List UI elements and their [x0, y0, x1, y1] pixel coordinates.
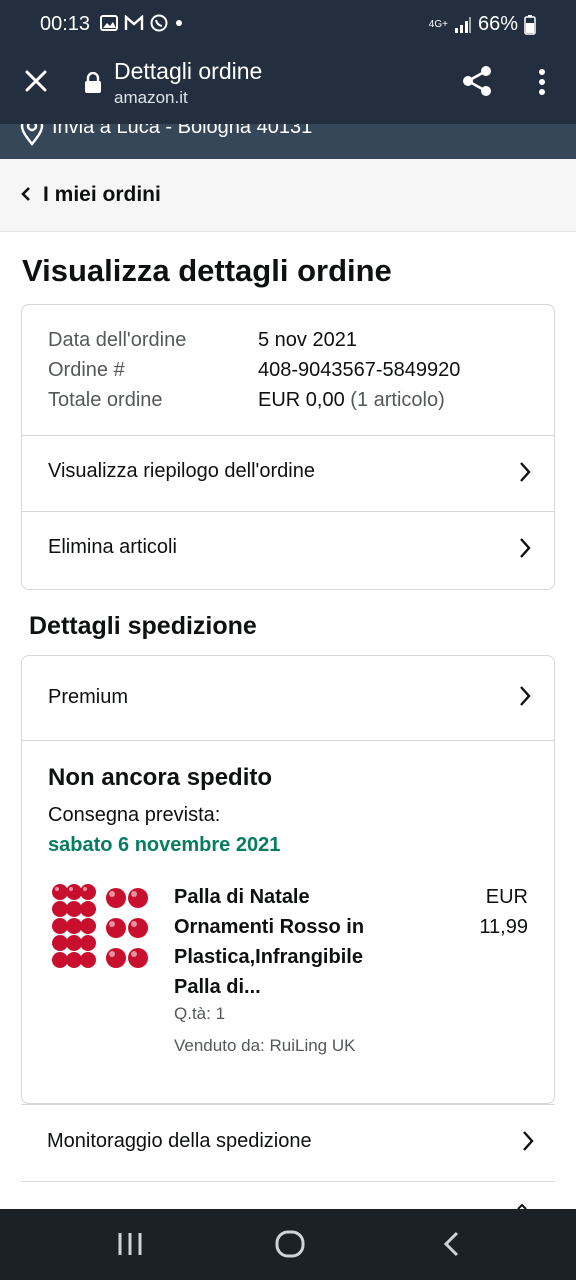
notification-icons [100, 14, 184, 32]
order-item-count: (1 articolo) [350, 389, 445, 411]
recent-apps-icon[interactable] [116, 1229, 144, 1259]
whatsapp-icon [150, 14, 168, 32]
order-summary-link-label: Visualizza riepilogo dell'ordine [48, 460, 315, 482]
browser-title: Dettagli ordine [114, 58, 263, 84]
clock: 00:13 [40, 13, 91, 35]
order-summary-card: Data dell'ordine 5 nov 2021 Ordine # 408… [21, 304, 555, 590]
chevron-left-icon [21, 187, 30, 201]
battery-percent: 66% [477, 13, 518, 35]
price-currency: EUR [485, 886, 528, 908]
chevron-right-icon[interactable] [518, 684, 532, 708]
chevron-right-icon [520, 538, 531, 558]
shipment-card: Premium Non ancora spedito Consegna prev… [21, 655, 555, 1104]
location-pin-icon [20, 124, 44, 146]
tracking-link[interactable]: Monitoraggio della spedizione [21, 1104, 555, 1182]
breadcrumb[interactable]: I miei ordini [0, 159, 576, 232]
delete-items-link[interactable]: Elimina articoli [22, 511, 554, 588]
home-icon[interactable] [274, 1229, 306, 1259]
product-quantity: Q.tà: 1 [174, 1004, 226, 1023]
close-icon[interactable] [22, 67, 50, 95]
product-price: EUR 11,99 [479, 882, 528, 942]
browser-toolbar: Dettagli ordine amazon.it [0, 50, 576, 124]
breadcrumb-label: I miei ordini [43, 183, 161, 206]
delivery-estimate-date: sabato 6 novembre 2021 [48, 834, 281, 856]
delivery-location-text: Invia a Luca - Bologna 40131 [52, 124, 313, 138]
browser-url[interactable]: amazon.it [114, 88, 188, 108]
system-icons: 4G+ 66% [429, 13, 536, 36]
product-image[interactable] [50, 882, 150, 976]
gallery-icon [100, 15, 118, 31]
gmail-icon [124, 15, 144, 30]
share-icon[interactable] [460, 64, 494, 98]
order-total-amount: EUR 0,00 [258, 389, 345, 411]
product-name[interactable]: Palla di Natale Ornamenti Rosso in Plast… [174, 882, 414, 1002]
battery-icon [524, 14, 536, 35]
more-options-icon[interactable] [530, 66, 554, 100]
tracking-link-label: Monitoraggio della spedizione [47, 1130, 312, 1152]
order-number-value: 408-9043567-5849920 [258, 359, 461, 381]
shipping-section-title: Dettagli spedizione [29, 612, 257, 640]
signal-icon [454, 16, 471, 33]
order-date-value: 5 nov 2021 [258, 329, 357, 351]
back-icon[interactable] [440, 1229, 462, 1259]
shipping-method[interactable]: Premium [48, 686, 128, 709]
order-date-row: Data dell'ordine 5 nov 2021 [48, 329, 357, 352]
order-total-row: Totale ordine EUR 0,00 (1 articolo) [48, 389, 445, 412]
network-type: 4G+ [428, 19, 448, 30]
lock-icon [85, 72, 101, 93]
dot-icon [176, 20, 182, 26]
chevron-right-icon [523, 1131, 534, 1151]
delivery-estimate-label: Consegna prevista: [48, 804, 221, 826]
chevron-right-icon [520, 462, 531, 482]
order-number-row: Ordine # 408-9043567-5849920 [48, 359, 460, 382]
divider [22, 740, 554, 741]
page-title: Visualizza dettagli ordine [22, 253, 392, 288]
order-total-value: EUR 0,00 (1 articolo) [258, 389, 445, 412]
delivery-location-bar[interactable]: Invia a Luca - Bologna 40131 [0, 124, 576, 159]
order-total-label: Totale ordine [48, 389, 163, 411]
order-summary-link[interactable]: Visualizza riepilogo dell'ordine [22, 435, 554, 512]
product-seller: Venduto da: RuiLing UK [174, 1036, 356, 1055]
order-number-label: Ordine # [48, 359, 125, 381]
order-date-label: Data dell'ordine [48, 329, 187, 351]
system-navigation-bar [0, 1209, 576, 1280]
delete-items-link-label: Elimina articoli [48, 536, 177, 558]
price-value: 11,99 [479, 916, 528, 938]
shipment-status: Non ancora spedito [48, 764, 273, 791]
status-bar: 00:13 4G+ 66% [0, 0, 576, 50]
